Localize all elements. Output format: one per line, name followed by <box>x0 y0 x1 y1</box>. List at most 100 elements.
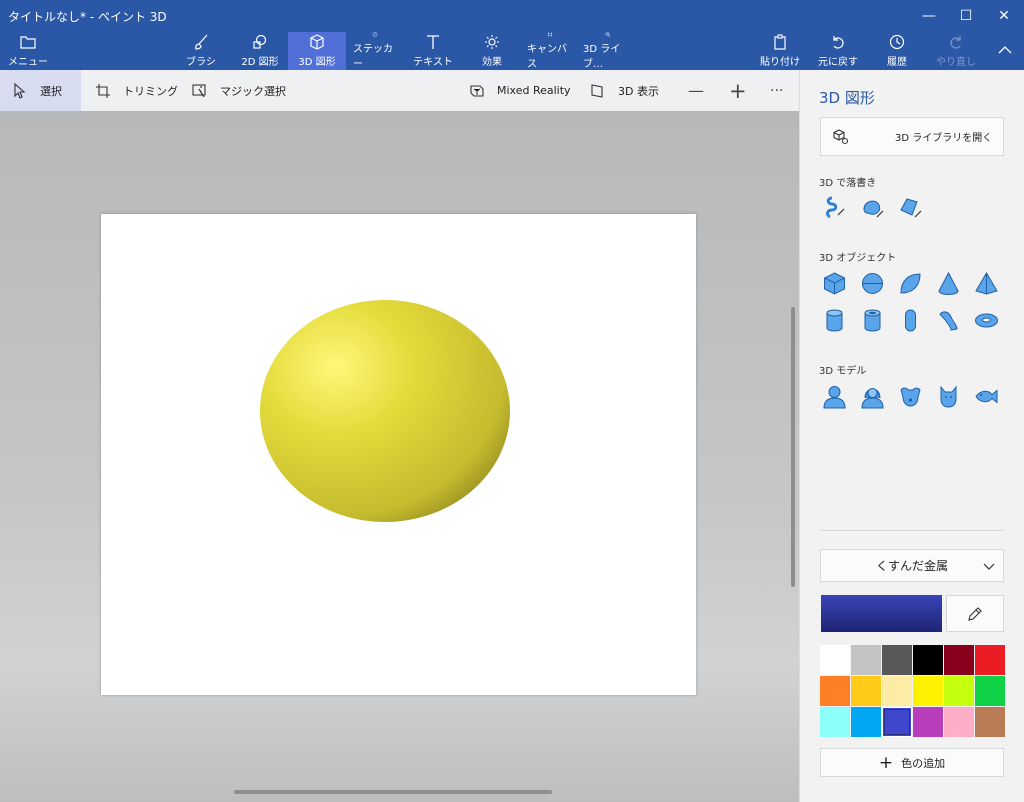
color-swatch[interactable] <box>944 707 974 737</box>
panel-divider <box>820 530 1004 531</box>
tab-2d-shapes-label: 2D 図形 <box>241 57 279 68</box>
color-swatch[interactable] <box>913 645 943 675</box>
tab-2d-shapes[interactable]: 2D 図形 <box>235 32 285 70</box>
color-swatch[interactable] <box>944 645 974 675</box>
open-3d-library-label: 3D ライブラリを開く <box>895 133 993 144</box>
cursor-icon <box>14 82 26 99</box>
color-swatch[interactable] <box>851 645 881 675</box>
woman-icon <box>861 388 884 409</box>
cylinder-object[interactable] <box>822 308 847 333</box>
history-button[interactable]: 履歴 <box>877 32 917 70</box>
hemisphere-object[interactable] <box>898 271 923 296</box>
color-palette <box>820 645 1005 737</box>
menu-button[interactable]: メニュー <box>8 32 48 70</box>
tab-brush-label: ブラシ <box>186 57 216 68</box>
color-swatch[interactable] <box>882 707 912 737</box>
cat-model[interactable] <box>936 384 961 409</box>
color-swatch[interactable] <box>882 676 912 706</box>
plus-icon: + <box>878 752 894 773</box>
material-dropdown[interactable]: くすんだ金属 <box>820 549 1004 582</box>
pyramid-icon <box>975 272 998 295</box>
tab-3d-library-label: 3D ライブ… <box>583 44 621 70</box>
magic-select-icon <box>192 83 206 97</box>
cone-object[interactable] <box>936 271 961 296</box>
color-swatch[interactable] <box>913 676 943 706</box>
color-swatch[interactable] <box>975 645 1005 675</box>
brush-icon <box>195 34 208 50</box>
color-swatch[interactable] <box>882 645 912 675</box>
tab-3d-shapes[interactable]: 3D 図形 <box>288 32 346 70</box>
paste-button[interactable]: 貼り付け <box>760 32 800 70</box>
magic-select-tool[interactable]: マジック選択 <box>192 70 286 111</box>
close-button[interactable]: ✕ <box>986 0 1022 32</box>
eyedropper-icon <box>968 606 982 621</box>
select-label: 選択 <box>40 84 62 98</box>
color-swatch[interactable] <box>944 676 974 706</box>
tube-object[interactable] <box>860 308 885 333</box>
cone-icon <box>938 271 959 295</box>
color-swatch[interactable] <box>913 707 943 737</box>
tab-stickers[interactable]: ステッカー <box>353 32 397 70</box>
tab-brush[interactable]: ブラシ <box>181 32 221 70</box>
crop-tool[interactable]: トリミング <box>95 70 178 111</box>
tab-canvas-label: キャンバス <box>527 44 567 70</box>
zoom-out-button[interactable]: — <box>688 70 704 111</box>
color-swatch[interactable] <box>851 676 881 706</box>
current-color-swatch[interactable] <box>821 595 942 632</box>
sphere-object[interactable] <box>860 271 885 296</box>
paste-label: 貼り付け <box>760 57 800 68</box>
zoom-in-button[interactable]: + <box>729 70 747 111</box>
eyedropper-button[interactable] <box>946 595 1004 632</box>
dog-model[interactable] <box>898 384 923 409</box>
color-swatch[interactable] <box>820 707 850 737</box>
doodle-section-label: 3D で落書き <box>819 178 877 189</box>
color-swatch[interactable] <box>975 707 1005 737</box>
view-3d-button[interactable]: 3D 表示 <box>590 70 659 111</box>
add-color-button[interactable]: + 色の追加 <box>820 748 1004 777</box>
view-3d-icon <box>591 83 603 98</box>
library-icon <box>833 128 849 144</box>
undo-button[interactable]: 元に戻す <box>815 32 861 70</box>
add-color-label: 色の追加 <box>901 756 946 770</box>
window-title: タイトルなし* - ペイント 3D <box>8 10 167 24</box>
tab-stickers-label: ステッカー <box>353 44 393 70</box>
man-model[interactable] <box>822 384 847 409</box>
tab-3d-library[interactable]: 3D ライブ… <box>583 32 633 70</box>
tab-effects[interactable]: 効果 <box>472 32 512 70</box>
workspace[interactable] <box>0 111 799 802</box>
curved-cylinder-object[interactable] <box>936 308 961 333</box>
sharp-edge-doodle-tool[interactable] <box>822 195 847 220</box>
blob-doodle-icon <box>863 200 884 218</box>
color-swatch[interactable] <box>851 707 881 737</box>
redo-label: やり直し <box>936 57 976 68</box>
cube-object[interactable] <box>822 271 847 296</box>
tab-canvas[interactable]: キャンバス <box>527 32 573 70</box>
tab-text[interactable]: テキスト <box>413 32 453 70</box>
redo-button[interactable]: やり直し <box>933 32 979 70</box>
soft-edge-doodle-tool[interactable] <box>860 195 885 220</box>
capsule-object[interactable] <box>898 308 923 333</box>
canvas[interactable] <box>101 214 696 695</box>
mixed-reality-button[interactable]: Mixed Reality <box>469 70 571 111</box>
maximize-button[interactable]: ☐ <box>948 0 984 32</box>
color-swatch[interactable] <box>820 645 850 675</box>
woman-model[interactable] <box>860 384 885 409</box>
horizontal-scrollbar[interactable] <box>234 790 552 794</box>
3d-sphere-object[interactable] <box>260 300 510 522</box>
fish-model[interactable] <box>974 384 999 409</box>
open-3d-library-button[interactable]: 3D ライブラリを開く <box>820 117 1004 156</box>
more-options-button[interactable]: ··· <box>770 70 783 111</box>
minimize-button[interactable]: — <box>911 0 947 32</box>
crop-label: トリミング <box>123 84 178 98</box>
select-tool[interactable]: 選択 <box>0 70 81 111</box>
pyramid-object[interactable] <box>974 271 999 296</box>
color-swatch[interactable] <box>975 676 1005 706</box>
canvas-icon <box>547 32 553 37</box>
collapse-ribbon-button[interactable] <box>990 32 1020 70</box>
tube-doodle-tool[interactable] <box>898 195 923 220</box>
vertical-scrollbar[interactable] <box>791 307 795 587</box>
torus-object[interactable] <box>974 308 999 333</box>
hemisphere-icon <box>900 273 921 294</box>
color-swatch[interactable] <box>820 676 850 706</box>
side-panel: 3D 図形 3D ライブラリを開く 3D で落書き 3D オブジェクト 3D モ… <box>799 70 1024 802</box>
